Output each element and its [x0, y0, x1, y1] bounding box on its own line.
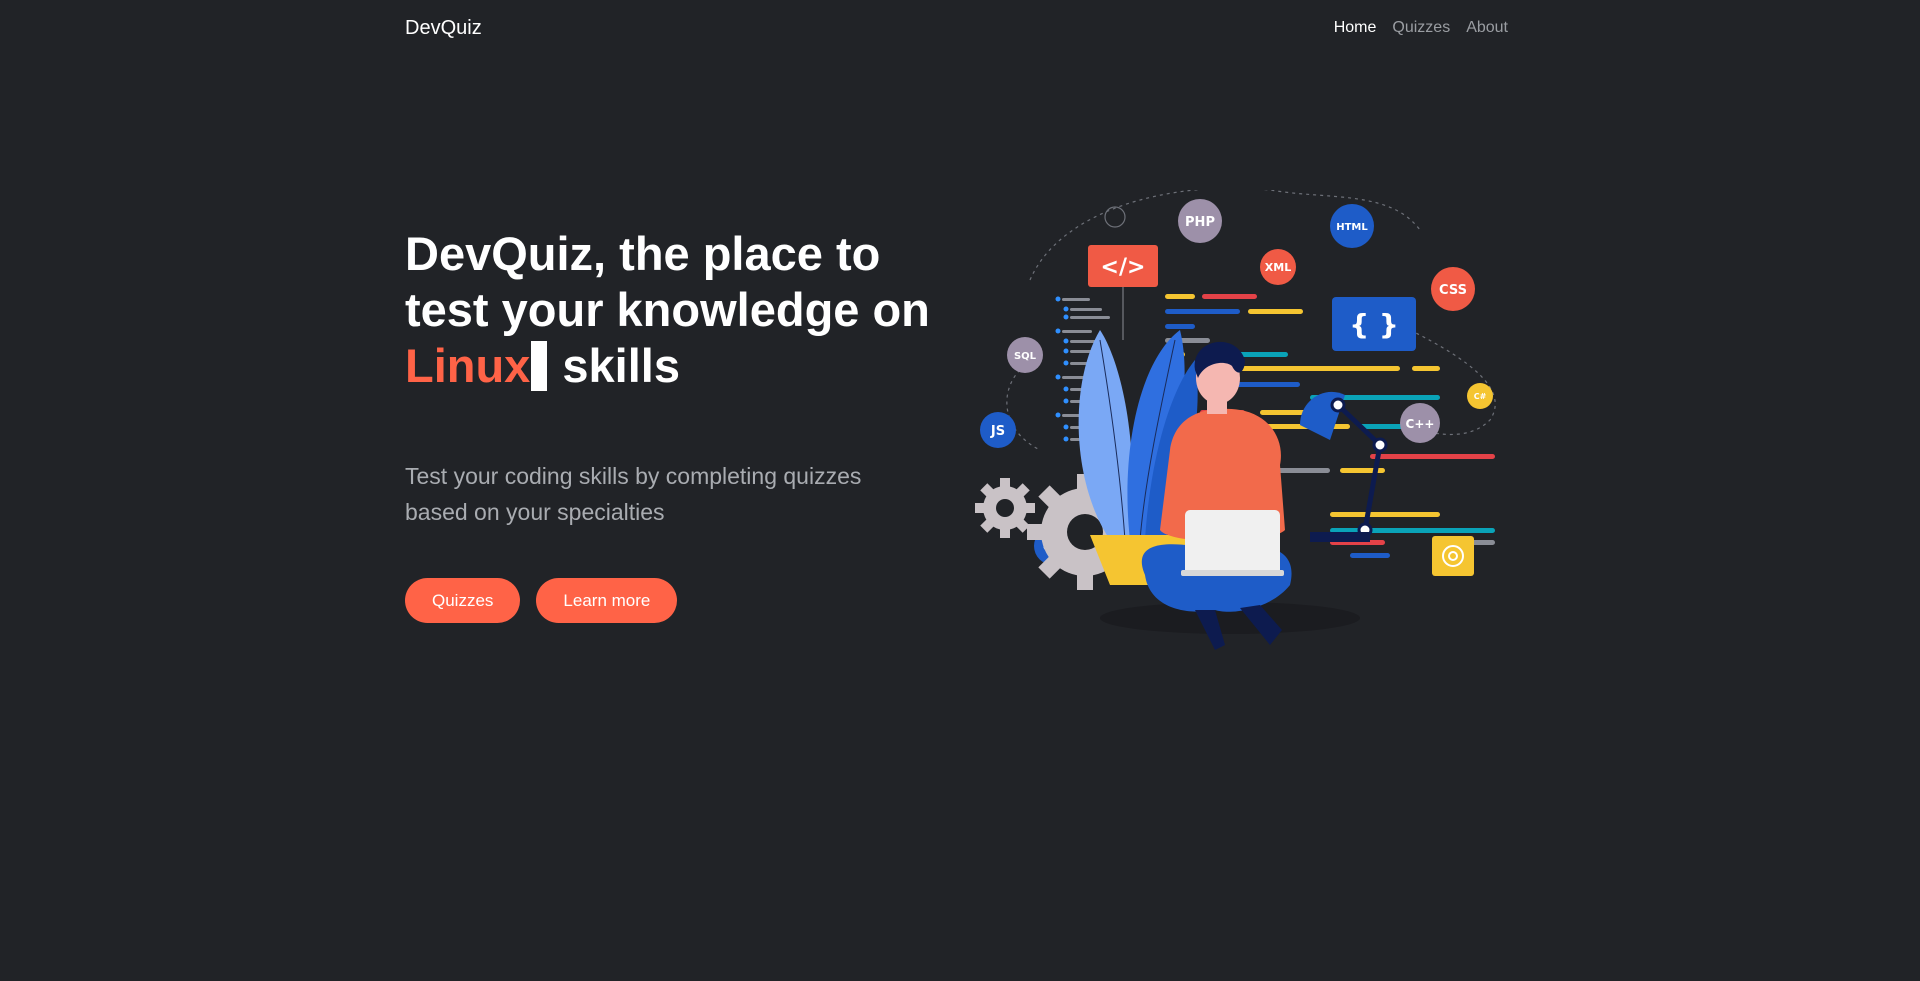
gear-small-icon	[975, 478, 1035, 538]
brand-link[interactable]: DevQuiz	[405, 17, 482, 40]
badge-cpp-label: C++	[1406, 417, 1435, 431]
hero-buttons: Quizzes Learn more	[405, 578, 965, 623]
hero-headline: DevQuiz, the place to test your knowledg…	[405, 226, 965, 394]
quizzes-button[interactable]: Quizzes	[405, 578, 521, 623]
badge-js-icon: JS	[980, 412, 1016, 448]
navbar: DevQuiz Home Quizzes About	[405, 0, 1508, 56]
nav-links: Home Quizzes About	[1334, 19, 1508, 37]
badge-sql-icon: SQL	[1007, 337, 1043, 373]
code-tag-label: </>	[1101, 255, 1146, 280]
headline-text: DevQuiz, the place to test your knowledg…	[405, 227, 930, 336]
desk-lamp-icon	[1300, 391, 1388, 542]
badge-html-icon: HTML	[1330, 204, 1374, 248]
hero-illustration: </> { } PHP HTML XML CSS SQL JS C++ C# C…	[975, 190, 1496, 650]
braces-label: { }	[1349, 308, 1399, 341]
hero-subtitle: Test your coding skills by completing qu…	[405, 463, 862, 525]
badge-csharp-small-icon: C#	[1467, 383, 1493, 409]
settings-box-icon	[1432, 536, 1474, 576]
badge-js-label: JS	[990, 424, 1005, 439]
nav-link-home[interactable]: Home	[1334, 19, 1377, 37]
badge-css-icon: CSS	[1431, 267, 1475, 311]
nav-link-quizzes[interactable]: Quizzes	[1392, 19, 1450, 37]
typing-cursor	[531, 341, 548, 391]
badge-php-label: PHP	[1185, 215, 1215, 230]
nav-link-about[interactable]: About	[1466, 19, 1508, 37]
badge-xml-label: XML	[1265, 261, 1291, 274]
learn-more-button[interactable]: Learn more	[536, 578, 678, 623]
badge-csharp-small-label: C#	[1474, 392, 1487, 401]
badge-cpp-icon: C++	[1400, 403, 1440, 443]
badge-sql-label: SQL	[1014, 351, 1037, 362]
badge-css-label: CSS	[1439, 283, 1467, 298]
hero-section: DevQuiz, the place to test your knowledg…	[405, 226, 965, 623]
badge-php-icon: PHP	[1178, 199, 1222, 243]
headline-text-end: skills	[562, 339, 680, 392]
badge-html-label: HTML	[1336, 222, 1368, 233]
badge-xml-icon: XML	[1260, 249, 1296, 285]
headline-highlight-skill: Linux	[405, 339, 531, 392]
